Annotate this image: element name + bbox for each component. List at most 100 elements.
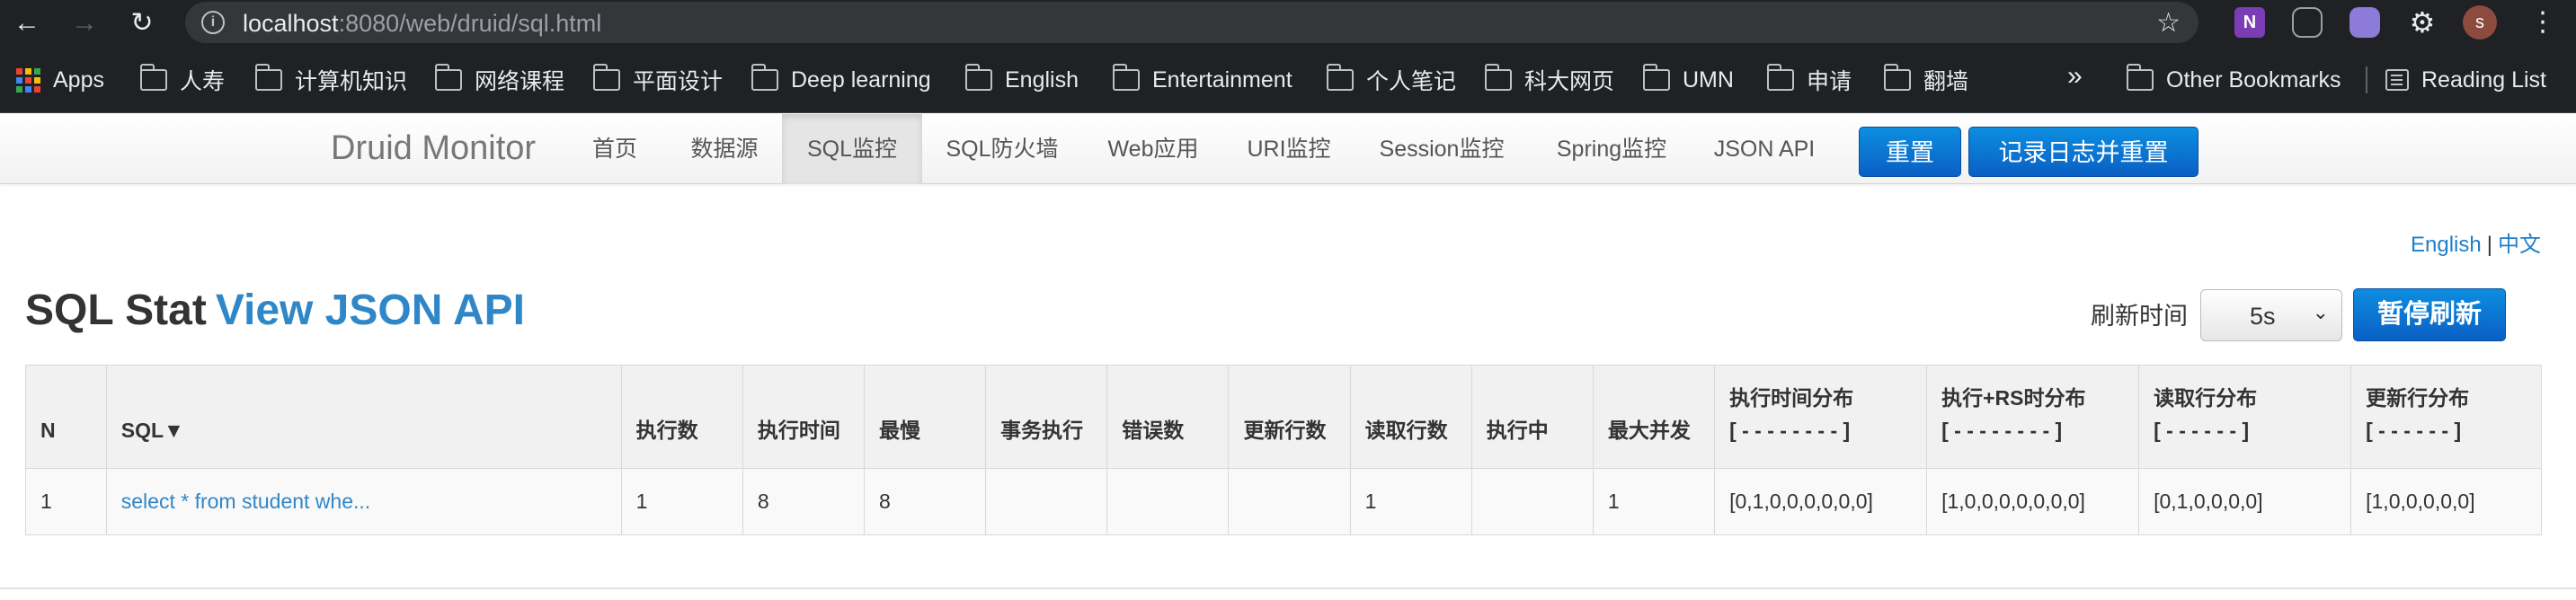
bookmark-folder[interactable]: 计算机知识: [255, 64, 408, 95]
bookmark-folder[interactable]: 科大网页: [1485, 64, 1615, 95]
column-header: N: [25, 365, 107, 469]
sql-stat-table: N SQL▼ 执行数 执行时间 最慢 事务执行 错误数 更新行数 读取行数 执行…: [25, 365, 2542, 535]
onenote-extension-icon[interactable]: N: [2234, 7, 2265, 38]
column-header[interactable]: 最大并发: [1592, 365, 1716, 469]
folder-icon: [1767, 64, 1794, 91]
bookmark-label: 科大网页: [1524, 69, 1615, 94]
column-header[interactable]: 事务执行: [985, 365, 1108, 469]
column-header: 执行+RS时分布[ - - - - - - - - ]: [1926, 365, 2140, 469]
folder-icon: [2127, 64, 2154, 91]
table-cell: 8: [742, 468, 865, 535]
bookmark-label: 翻墙: [1923, 69, 1969, 94]
bookmark-folder[interactable]: 申请: [1767, 64, 1852, 95]
view-json-api-link[interactable]: View JSON API: [216, 287, 525, 334]
column-header[interactable]: 读取行数: [1349, 365, 1472, 469]
nav-item-datasource[interactable]: 数据源: [680, 114, 769, 184]
bookmarks-bar: Apps 人寿 计算机知识 网络课程 平面设计 Deep learning En…: [0, 47, 2576, 113]
lang-english-link[interactable]: English: [2411, 233, 2482, 257]
forward-arrow-icon[interactable]: →: [67, 5, 102, 41]
table-cell: 1: [1349, 468, 1472, 535]
folder-icon: [1485, 64, 1512, 91]
folder-icon: [255, 64, 282, 91]
bookmark-folder[interactable]: Entertainment: [1113, 64, 1292, 95]
bookmark-folder[interactable]: 网络课程: [435, 64, 565, 95]
bookmark-label: UMN: [1683, 66, 1734, 93]
column-header[interactable]: 更新行数: [1228, 365, 1351, 469]
bookmark-folder[interactable]: 翻墙: [1884, 64, 1969, 95]
reading-list[interactable]: Reading List: [2385, 65, 2546, 95]
table-cell: [1228, 468, 1351, 535]
bookmark-folder[interactable]: Deep learning: [751, 64, 931, 95]
folder-icon: [965, 64, 992, 91]
reset-button[interactable]: 重置: [1859, 127, 1961, 177]
table-cell-sql: select * from student whe...: [105, 468, 622, 535]
column-header-sql-sortable[interactable]: SQL▼: [105, 365, 622, 469]
bookmark-label: 申请: [1807, 69, 1852, 94]
folder-icon: [435, 64, 462, 91]
address-bar[interactable]: i localhost:8080/web/druid/sql.html ☆: [185, 2, 2198, 43]
nav-item-session-monitor[interactable]: Session监控: [1372, 114, 1512, 184]
nav-item-sql-monitor[interactable]: SQL监控: [782, 114, 922, 184]
table-cell: 1: [620, 468, 743, 535]
refresh-interval-select[interactable]: 5s ⌄: [2200, 289, 2342, 341]
bookmarks-divider: [2366, 66, 2367, 93]
table-cell: [0,1,0,0,0,0]: [2138, 468, 2352, 535]
pause-refresh-button[interactable]: 暂停刷新: [2353, 288, 2506, 341]
column-header: 读取行分布[ - - - - - - ]: [2138, 365, 2352, 469]
bookmark-folder[interactable]: 平面设计: [593, 64, 723, 95]
nav-item-web-app[interactable]: Web应用: [1097, 114, 1210, 184]
language-switch: English | 中文: [2411, 226, 2541, 258]
reload-icon[interactable]: ↻: [124, 5, 160, 41]
lang-chinese-link[interactable]: 中文: [2498, 233, 2541, 257]
column-header[interactable]: 执行时间: [742, 365, 865, 469]
browser-menu-icon[interactable]: ⋮: [2529, 4, 2556, 41]
bookmark-folder[interactable]: 个人笔记: [1327, 64, 1457, 95]
bookmark-label: 计算机知识: [295, 69, 408, 94]
nav-item-json-api[interactable]: JSON API: [1708, 114, 1821, 184]
folder-icon: [1643, 64, 1670, 91]
reading-list-icon: [2385, 69, 2409, 91]
nav-item-home[interactable]: 首页: [575, 114, 654, 184]
bookmark-folder[interactable]: 人寿: [140, 64, 226, 95]
nav-item-uri-monitor[interactable]: URI监控: [1235, 114, 1343, 184]
folder-icon: [593, 64, 620, 91]
brand-title[interactable]: Druid Monitor: [331, 129, 536, 168]
table-cell: [1,0,0,0,0,0,0,0]: [1926, 468, 2140, 535]
bookmark-label: 人寿: [180, 69, 226, 94]
column-header[interactable]: 执行数: [620, 365, 743, 469]
extensions-puzzle-icon[interactable]: ⚙: [2407, 7, 2438, 38]
column-header[interactable]: 错误数: [1106, 365, 1230, 469]
bookmark-folder[interactable]: UMN: [1643, 64, 1734, 95]
reader-extension-icon[interactable]: [2292, 7, 2323, 38]
site-info-icon[interactable]: i: [201, 11, 225, 34]
lang-separator: |: [2486, 233, 2492, 257]
more-bookmarks-chevron-icon[interactable]: »: [2067, 61, 2083, 92]
log-and-reset-button[interactable]: 记录日志并重置: [1968, 127, 2198, 177]
bookmark-label: 个人笔记: [1366, 69, 1457, 94]
sql-detail-link[interactable]: select * from student whe...: [121, 490, 370, 513]
url-text[interactable]: localhost:8080/web/druid/sql.html: [243, 10, 601, 38]
bookmark-label: 网络课程: [475, 69, 565, 94]
column-header[interactable]: 执行中: [1470, 365, 1594, 469]
nav-item-sql-firewall[interactable]: SQL防火墙: [935, 114, 1070, 184]
bookmark-label: Entertainment: [1152, 66, 1292, 93]
profile-avatar[interactable]: s: [2463, 5, 2497, 40]
column-header[interactable]: 最慢: [863, 365, 987, 469]
bookmark-apps[interactable]: Apps: [16, 65, 104, 95]
browser-toolbar: ← → ↻ i localhost:8080/web/druid/sql.htm…: [0, 0, 2576, 47]
bookmark-label: Other Bookmarks: [2166, 66, 2341, 93]
shield-extension-icon[interactable]: [2349, 7, 2380, 38]
druid-navbar: Druid Monitor 首页 数据源 SQL监控 SQL防火墙 Web应用 …: [0, 114, 2576, 184]
folder-icon: [1884, 64, 1911, 91]
bookmark-label: Deep learning: [791, 66, 931, 93]
bookmark-folder[interactable]: English: [965, 64, 1079, 95]
column-header: 更新行分布[ - - - - - - ]: [2350, 365, 2542, 469]
bookmark-star-icon[interactable]: ☆: [2156, 7, 2181, 39]
reading-list-label: Reading List: [2421, 66, 2546, 93]
refresh-interval-value: 5s: [2250, 303, 2276, 330]
page-title-text: SQL Stat: [25, 287, 207, 334]
table-cell: [985, 468, 1108, 535]
back-arrow-icon[interactable]: ←: [9, 5, 45, 41]
nav-item-spring-monitor[interactable]: Spring监控: [1546, 114, 1677, 184]
other-bookmarks-folder[interactable]: Other Bookmarks: [2127, 64, 2341, 95]
